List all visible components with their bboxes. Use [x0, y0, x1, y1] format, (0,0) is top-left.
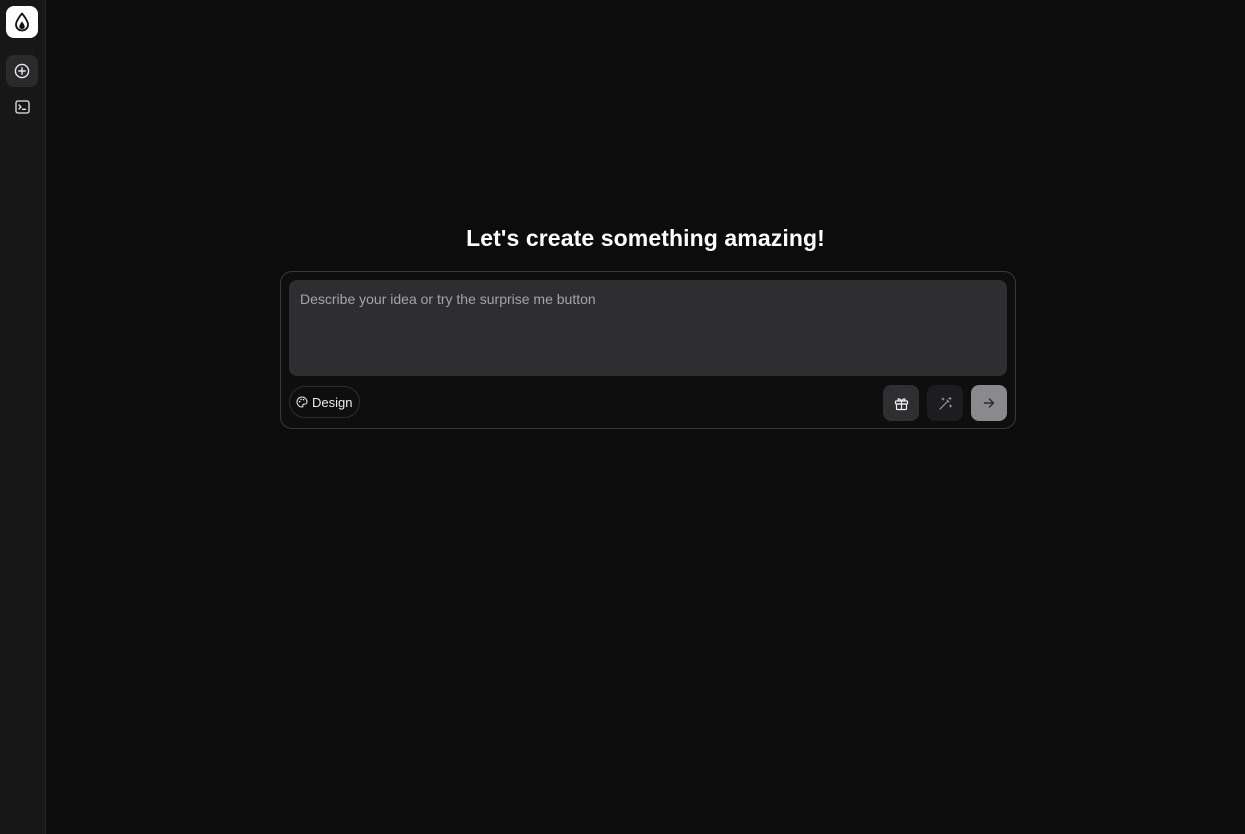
sidebar: [0, 0, 46, 834]
app-window: Let's create something amazing! Design: [0, 0, 1245, 834]
design-button[interactable]: Design: [289, 386, 361, 418]
surprise-me-button[interactable]: [883, 385, 919, 421]
send-button[interactable]: [971, 385, 1007, 421]
palette-icon: [296, 396, 308, 408]
prompt-composer: Design: [280, 271, 1016, 429]
page-title: Let's create something amazing!: [466, 225, 825, 251]
terminal-button[interactable]: [6, 91, 38, 123]
magic-wand-icon: [938, 396, 953, 411]
arrow-right-icon: [982, 396, 996, 410]
enhance-prompt-button[interactable]: [927, 385, 963, 421]
prompt-input[interactable]: [289, 280, 1007, 376]
plus-circle-icon: [14, 63, 30, 79]
terminal-icon: [14, 100, 30, 114]
drop-icon: [13, 12, 31, 32]
app-logo[interactable]: [6, 6, 38, 38]
gift-icon: [894, 396, 909, 411]
new-chat-button[interactable]: [6, 55, 38, 87]
design-button-label: Design: [312, 394, 353, 410]
main-area: Let's create something amazing! Design: [46, 0, 1245, 834]
